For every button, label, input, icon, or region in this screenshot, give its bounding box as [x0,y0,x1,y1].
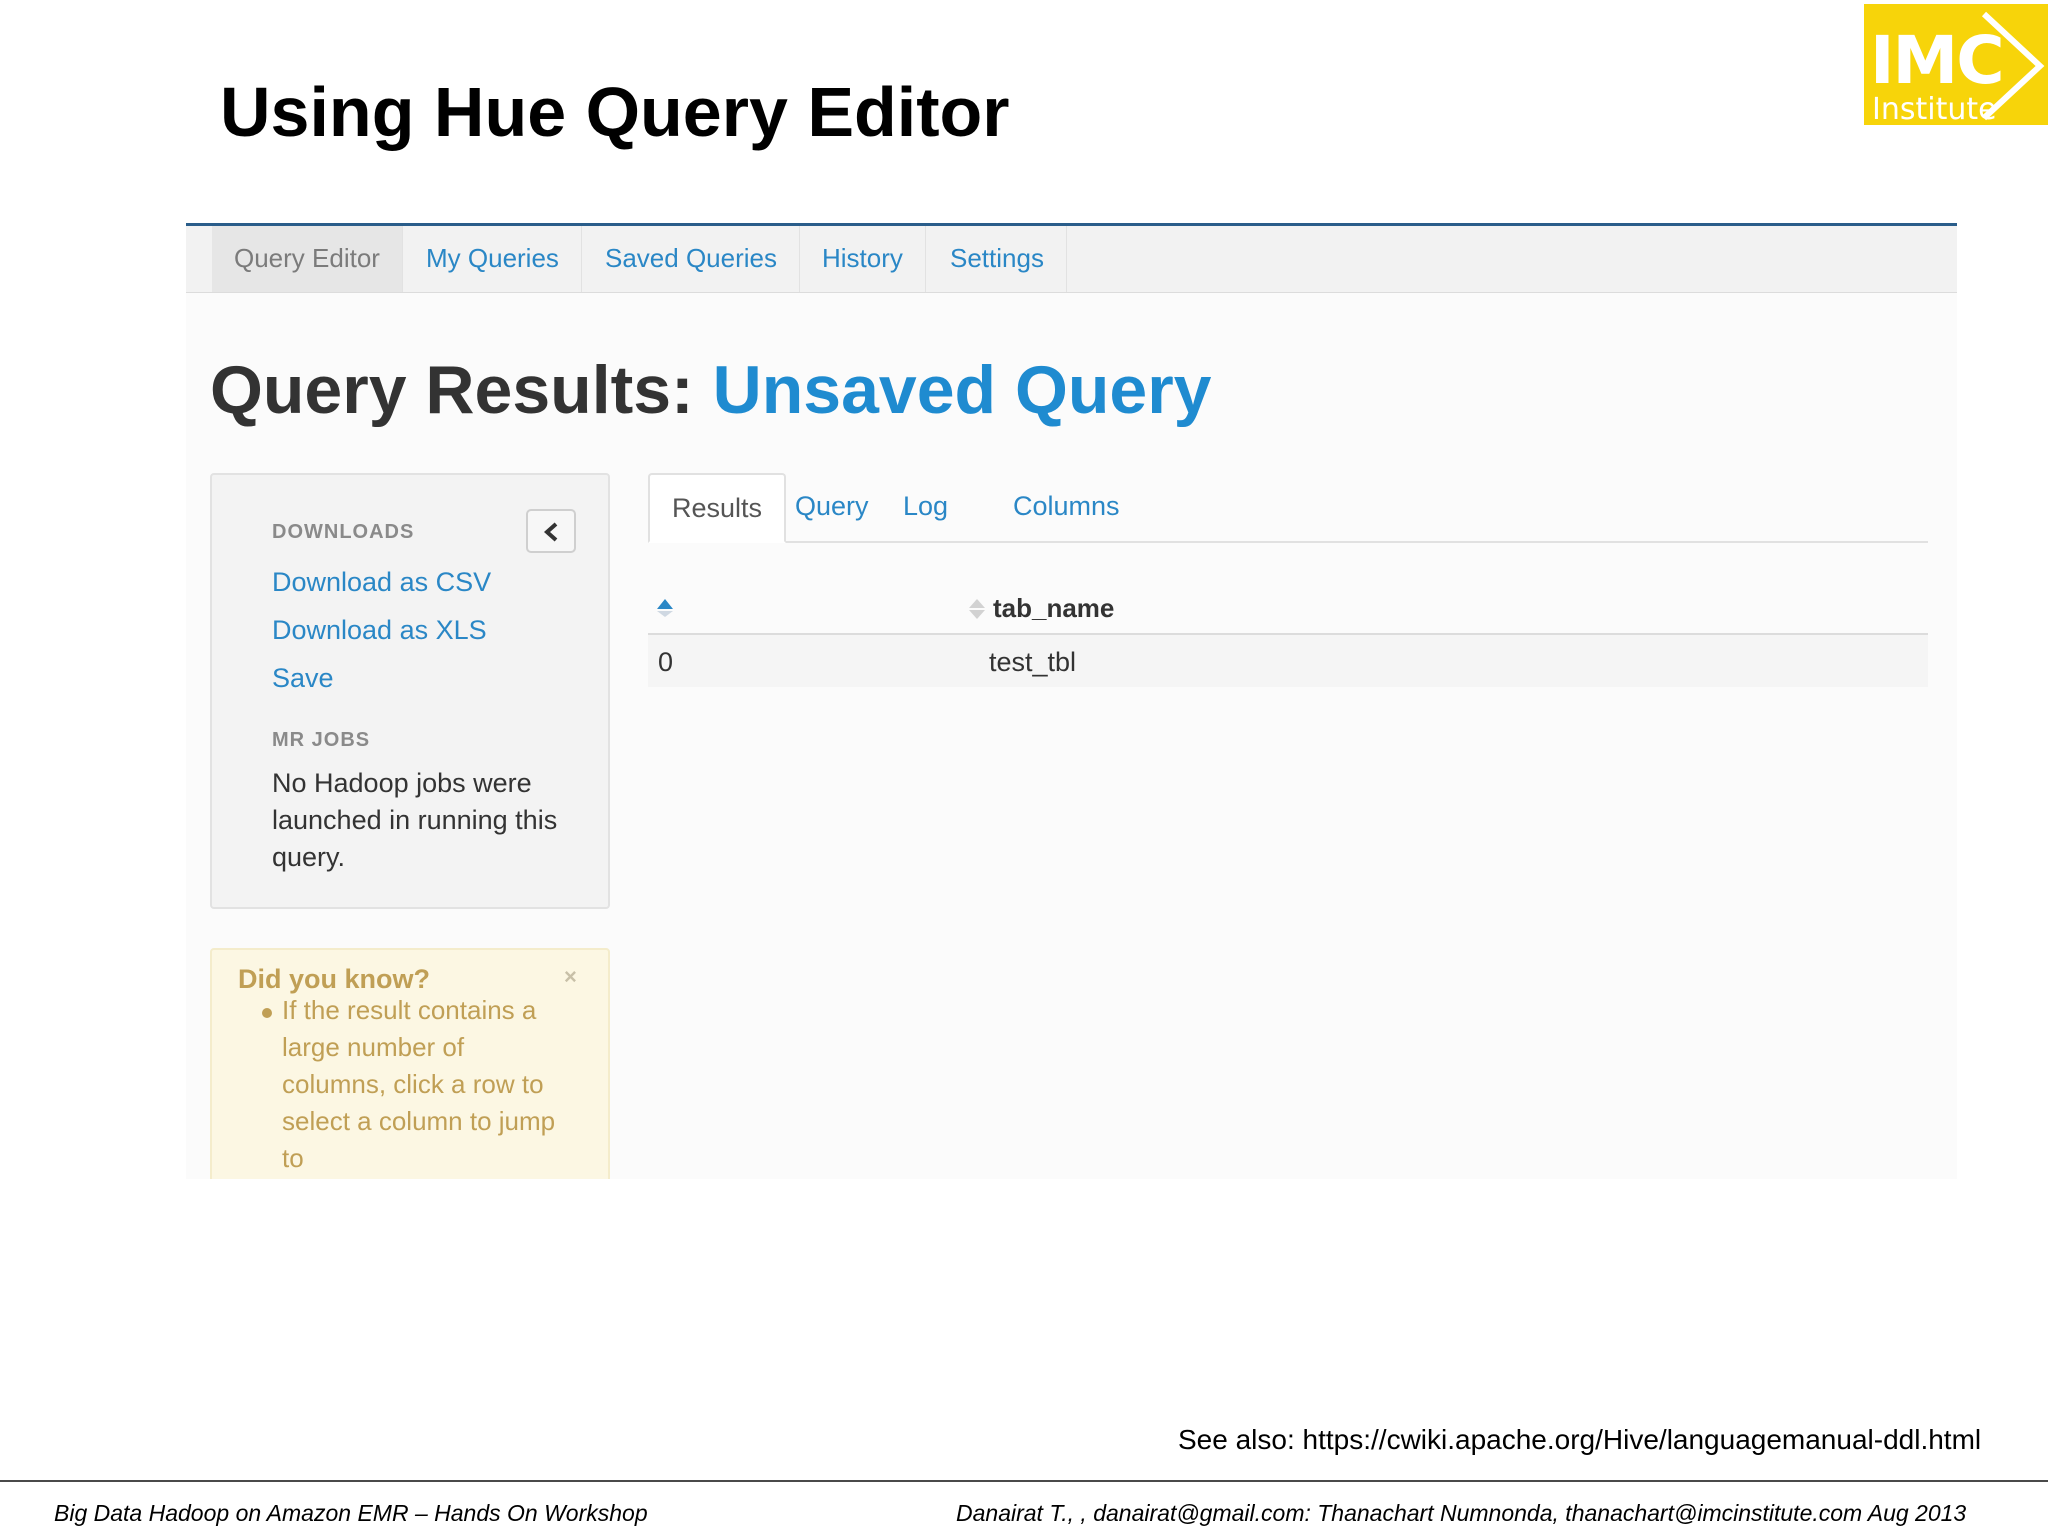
footer-authors: Danairat T., , danairat@gmail.com: Thana… [956,1500,1967,1526]
footer-divider [0,1480,2048,1482]
nav-my-queries[interactable]: My Queries [404,226,582,292]
results-sidebar: DOWNLOADS Download as CSV Download as XL… [210,473,610,909]
page-title-prefix: Query Results: [210,352,713,428]
logo-subtext: Institute [1872,92,1997,125]
tip-title: Did you know? [238,964,430,994]
logo-text: IMC [1870,22,2005,99]
mr-jobs-text: No Hadoop jobs were launched in running … [272,768,558,872]
tab-query[interactable]: Query [795,473,869,543]
footer-workshop-title: Big Data Hadoop on Amazon EMR – Hands On… [54,1500,648,1526]
see-also-link[interactable]: See also: https://cwiki.apache.org/Hive/… [1178,1424,1981,1456]
nav-query-editor[interactable]: Query Editor [212,226,403,292]
downloads-heading: DOWNLOADS [272,521,415,543]
did-you-know-tip: Did you know? × If the result contains a… [210,948,610,1179]
results-tabs: Results Query Log Columns [648,473,1928,543]
tab-columns[interactable]: Columns [1013,473,1120,543]
top-navbar: Query Editor My Queries Saved Queries Hi… [186,223,1957,293]
close-icon[interactable]: × [564,964,577,990]
hue-screenshot: Query Editor My Queries Saved Queries Hi… [186,223,1957,1179]
save-link[interactable]: Save [272,663,334,694]
nav-history[interactable]: History [800,226,926,292]
tip-text: If the result contains a large number of… [282,995,556,1173]
tab-results[interactable]: Results [648,473,787,543]
tab-name-cell: test_tbl [989,647,1077,677]
mr-jobs-heading: MR JOBS [272,729,371,751]
download-xls-link[interactable]: Download as XLS [272,615,487,646]
download-csv-link[interactable]: Download as CSV [272,567,491,598]
nav-settings[interactable]: Settings [928,226,1067,292]
imc-institute-logo: IMC Institute [1864,4,2048,125]
nav-saved-queries[interactable]: Saved Queries [583,226,800,292]
page-title-query-name: Unsaved Query [712,352,1212,428]
column-header-tab-name[interactable]: tab_name [993,593,1114,624]
sort-unsorted-icon[interactable] [968,597,986,621]
table-row[interactable]: 0 test_tbl [648,635,1928,687]
page-title: Query Results: Unsaved Query [210,351,1212,429]
collapse-sidebar-button[interactable] [526,509,576,553]
slide-title: Using Hue Query Editor [220,73,1010,151]
table-header-row: tab_name [648,579,1928,635]
sort-ascending-icon[interactable] [656,597,674,619]
row-index-cell: 0 [658,647,674,677]
bullet-icon [262,1008,272,1018]
tab-log[interactable]: Log [903,473,948,543]
chevron-left-icon [543,522,558,542]
